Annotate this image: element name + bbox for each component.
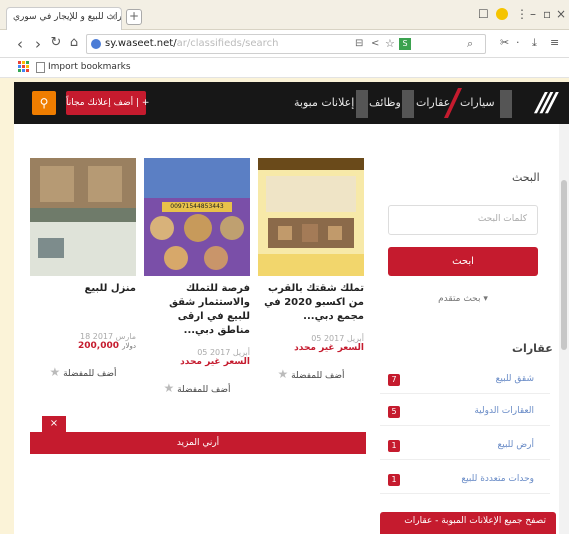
image-phone-text: 00971544853443 xyxy=(162,202,232,212)
cut-icon[interactable]: ✂ xyxy=(500,36,509,49)
listing-image[interactable] xyxy=(30,158,136,276)
listing-date: 05 أبريل 2017 xyxy=(311,334,364,343)
listing-date: 18 مارس 2017 xyxy=(80,332,136,341)
new-tab-button[interactable]: + xyxy=(126,9,142,25)
listing-image[interactable] xyxy=(258,158,364,276)
jobs-nav-icon xyxy=(402,90,414,118)
cars-nav-icon xyxy=(500,90,512,118)
bookmark-star-icon[interactable]: ☆ xyxy=(385,37,395,50)
category-count-badge: 1 xyxy=(388,440,400,452)
add-favorite-button[interactable]: ★ أضف للمفضلة xyxy=(144,381,250,395)
nav-classifieds[interactable]: إعلانات مبوبة xyxy=(294,96,354,109)
listing-price: السعر غير محدد xyxy=(294,343,364,353)
site-logo[interactable]: /// xyxy=(537,88,557,118)
search-button[interactable]: ابحث xyxy=(388,247,538,276)
listing-title[interactable]: منزل للبيع xyxy=(30,282,136,296)
category-label[interactable]: وحدات متعددة للبيع xyxy=(461,474,534,484)
import-bookmarks-link[interactable]: Import bookmarks xyxy=(48,62,131,72)
post-ad-button[interactable]: أضف إعلانك مجاناً | + xyxy=(66,91,149,115)
ads-nav-icon xyxy=(356,90,368,118)
apps-grid-icon[interactable] xyxy=(18,61,30,73)
more-icon[interactable]: ⋮ xyxy=(516,7,528,21)
scrollbar-thumb[interactable] xyxy=(561,180,567,350)
add-favorite-button[interactable]: ★ أضف للمفضلة xyxy=(30,365,136,379)
profile-icon[interactable] xyxy=(496,8,508,20)
category-count-badge: 5 xyxy=(388,406,400,418)
url-text: sy.waseet.net/ar/classifieds/search xyxy=(105,38,279,49)
search-input[interactable]: كلمات البحث xyxy=(388,205,538,235)
bookmark-page-icon xyxy=(36,62,45,73)
listing-currency: دولار xyxy=(122,342,136,350)
category-label[interactable]: أرض للبيع xyxy=(497,440,534,450)
listing-price: 200,000 xyxy=(77,341,119,351)
tab-title: عقارات للبيع و للإيجار في سوري xyxy=(13,12,122,22)
reload-icon[interactable]: ↻ xyxy=(48,35,64,50)
close-badge[interactable]: × xyxy=(42,416,66,432)
reader-icon[interactable]: ⊟ xyxy=(355,38,363,49)
search-title: البحث xyxy=(512,171,540,184)
category-label[interactable]: شقق للبيع xyxy=(496,374,534,384)
show-more-button[interactable]: أرني المزيد xyxy=(30,432,366,454)
site-navbar: /// سيارات عقارات وظائف إعلانات مبوبة أض… xyxy=(14,82,569,124)
search-icon[interactable]: ⚲ xyxy=(32,91,56,115)
maximize-icon[interactable]: ▫ xyxy=(543,7,551,21)
category-count-badge: 7 xyxy=(388,374,400,386)
star-icon: ★ xyxy=(49,365,61,379)
extension-s-icon[interactable]: S xyxy=(399,38,411,50)
listing-title[interactable]: تملك شقتك بالقرب من اكسبو 2020 في مجمع د… xyxy=(258,282,364,324)
listing-card[interactable]: منزل للبيع 18 مارس 2017 دولار 200,000 ★ … xyxy=(30,158,136,379)
bookmarks-bar: Import bookmarks xyxy=(0,58,569,78)
nav-cars[interactable]: سيارات xyxy=(460,96,495,109)
address-bar-row: ‹ › ↻ ⌂ sy.waseet.net/ar/classifieds/sea… xyxy=(0,30,569,58)
share-icon[interactable]: < xyxy=(371,38,379,49)
category-row[interactable]: العقارات الدولية 5 xyxy=(380,398,550,426)
zoom-icon[interactable]: ⌕ xyxy=(467,37,473,51)
add-favorite-button[interactable]: ★ أضف للمفضلة xyxy=(258,367,364,381)
listing-title[interactable]: فرصة للتملك والاستثمار شقق للبيع في ارقى… xyxy=(144,282,250,338)
menu-icon[interactable]: ☐ xyxy=(478,7,489,21)
category-row[interactable]: أرض للبيع 1 xyxy=(380,432,550,460)
close-window-icon[interactable]: × xyxy=(556,7,566,21)
minimize-icon[interactable]: – xyxy=(530,7,536,21)
category-row[interactable]: شقق للبيع 7 xyxy=(380,366,550,394)
star-icon: ★ xyxy=(277,367,289,381)
browser-tab-bar: عقارات للبيع و للإيجار في سوري × + ☐ ⋮ –… xyxy=(0,0,569,30)
listing-image[interactable]: 00971544853443 xyxy=(144,158,250,276)
star-icon: ★ xyxy=(163,381,175,395)
home-icon[interactable]: ⌂ xyxy=(66,35,82,50)
category-row[interactable]: وحدات متعددة للبيع 1 xyxy=(380,466,550,494)
listing-date: 05 أبريل 2017 xyxy=(197,348,250,357)
categories-title: عقارات xyxy=(512,342,553,355)
advanced-search-link[interactable]: بحث متقدم ▾ xyxy=(400,294,526,304)
tab-close-icon[interactable]: × xyxy=(109,12,117,23)
site-info-icon[interactable] xyxy=(91,39,101,49)
listing-price-row: دولار 200,000 xyxy=(30,341,136,351)
download-icon[interactable]: ⤓ xyxy=(532,36,537,50)
forward-icon[interactable]: › xyxy=(30,35,46,53)
url-field[interactable]: sy.waseet.net/ar/classifieds/search ⊟ < … xyxy=(86,34,486,54)
category-count-badge: 1 xyxy=(388,474,400,486)
nav-jobs[interactable]: وظائف xyxy=(369,96,401,109)
listing-card[interactable]: 00971544853443 فرصة للتملك والاستثمار شق… xyxy=(144,158,250,395)
listing-card[interactable]: تملك شقتك بالقرب من اكسبو 2020 في مجمع د… xyxy=(258,158,364,381)
category-label[interactable]: العقارات الدولية xyxy=(474,406,534,416)
dropdown-icon[interactable]: · xyxy=(516,36,520,49)
browse-all-button[interactable]: تصفح جميع الإعلانات المبوبة - عقارات xyxy=(380,512,556,534)
browser-tab[interactable]: عقارات للبيع و للإيجار في سوري × xyxy=(6,7,122,30)
nav-realestate[interactable]: عقارات xyxy=(416,96,450,109)
back-icon[interactable]: ‹ xyxy=(12,35,28,53)
hamburger-menu-icon[interactable]: ≡ xyxy=(550,36,559,49)
listing-price: السعر غير محدد xyxy=(180,357,250,367)
